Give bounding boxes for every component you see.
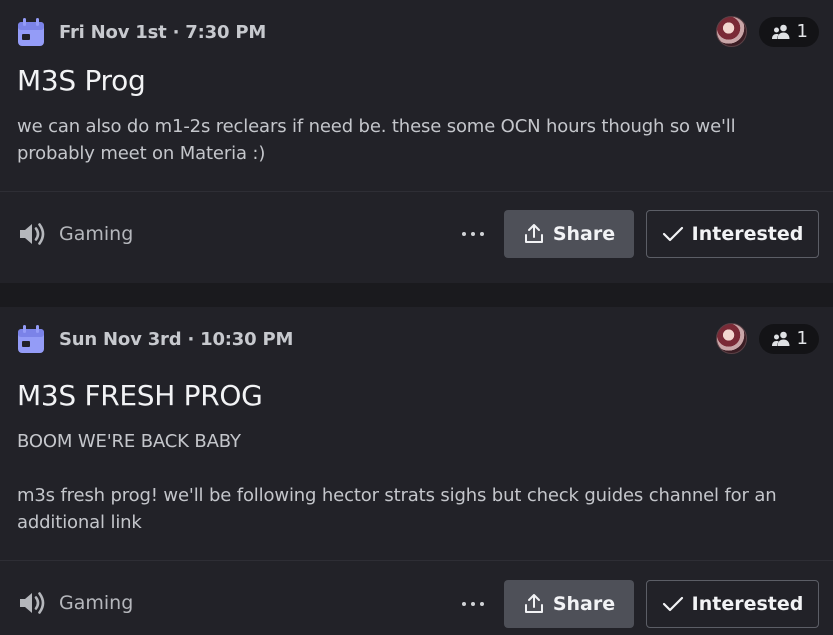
interested-label: Interested (691, 593, 804, 615)
more-options-button[interactable] (462, 580, 484, 628)
channel-name: Gaming (59, 223, 134, 245)
more-dots-icon (462, 602, 466, 606)
event-card[interactable]: Fri Nov 1st · 7:30 PM 1 M3S Prog we can … (0, 0, 833, 283)
share-label: Share (552, 223, 616, 245)
event-attendees: 1 (715, 16, 819, 47)
speaker-icon (20, 223, 45, 245)
calendar-icon (18, 18, 44, 46)
share-button[interactable]: Share (504, 580, 634, 628)
interested-button[interactable]: Interested (646, 210, 819, 258)
divider (0, 191, 833, 192)
checkmark-icon (662, 596, 683, 612)
creator-avatar[interactable] (715, 16, 747, 47)
channel-name: Gaming (59, 592, 134, 614)
interested-count-badge[interactable]: 1 (758, 16, 819, 47)
interested-count: 1 (796, 21, 808, 42)
users-icon (771, 331, 790, 346)
event-title: M3S FRESH PROG (17, 379, 263, 412)
event-description-line: m3s fresh prog! we'll be following hecto… (17, 485, 777, 533)
more-dots-icon (462, 232, 466, 236)
event-channel[interactable]: Gaming (17, 219, 133, 249)
event-description-line: BOOM WE'RE BACK BABY (17, 431, 241, 452)
speaker-icon (20, 592, 45, 614)
event-title: M3S Prog (17, 64, 146, 97)
checkmark-icon (662, 226, 683, 242)
share-icon (524, 594, 543, 613)
event-channel[interactable]: Gaming (17, 588, 133, 618)
event-date-row: Fri Nov 1st · 7:30 PM (17, 15, 266, 49)
calendar-icon (18, 325, 44, 353)
card-separator (0, 283, 833, 307)
share-label: Share (552, 593, 616, 615)
interested-label: Interested (691, 223, 804, 245)
users-icon (771, 24, 790, 39)
event-date: Fri Nov 1st · 7:30 PM (59, 21, 267, 43)
share-button[interactable]: Share (504, 210, 634, 258)
event-date-row: Sun Nov 3rd · 10:30 PM (17, 322, 293, 356)
share-icon (524, 224, 543, 243)
event-attendees: 1 (715, 323, 819, 354)
more-options-button[interactable] (462, 210, 484, 258)
interested-button[interactable]: Interested (646, 580, 819, 628)
event-description: we can also do m1-2s reclears if need be… (17, 116, 736, 164)
divider (0, 560, 833, 561)
event-card[interactable]: Sun Nov 3rd · 10:30 PM 1 M3S FRESH PROG … (0, 307, 833, 635)
interested-count: 1 (796, 328, 808, 349)
creator-avatar[interactable] (715, 323, 747, 354)
interested-count-badge[interactable]: 1 (758, 323, 819, 354)
event-date: Sun Nov 3rd · 10:30 PM (59, 328, 294, 350)
